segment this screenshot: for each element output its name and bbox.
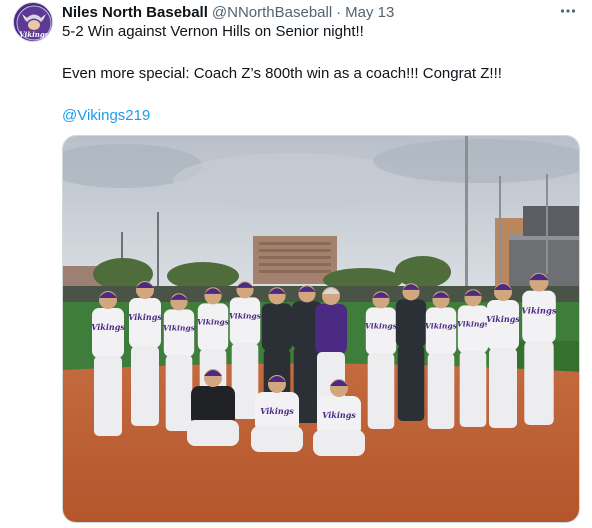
svg-text:Vikings: Vikings (260, 406, 294, 416)
tweet-photo[interactable]: Vikings Vikings Vikings Vikings Vikings Vikin… (62, 135, 580, 523)
tweet-date[interactable]: May 13 (345, 4, 394, 21)
svg-text:Vikings: Vikings (229, 311, 262, 320)
team-photo-image: VikingsVikingsVikingsVikingsVikingsVikin… (63, 136, 579, 522)
svg-text:Vikings: Vikings (19, 30, 48, 39)
tweet-header: Niles North Baseball @NNorthBaseball · M… (62, 2, 394, 22)
svg-text:Vikings: Vikings (128, 312, 162, 322)
svg-text:Vikings: Vikings (521, 306, 556, 316)
svg-text:Vikings: Vikings (486, 314, 520, 324)
svg-text:Vikings: Vikings (322, 410, 356, 420)
svg-text:Vikings: Vikings (457, 319, 490, 328)
vikings-logo-icon: Vikings (14, 3, 52, 41)
tweet-text: 5-2 Win against Vernon Hills on Senior n… (62, 22, 572, 126)
svg-text:Vikings: Vikings (365, 321, 398, 330)
author-handle[interactable]: @NNorthBaseball (212, 4, 332, 21)
tweet[interactable]: Vikings Niles North Baseball @NNorthBase… (0, 0, 592, 528)
more-horizontal-icon (560, 9, 576, 13)
more-options-button[interactable] (556, 0, 580, 22)
mention-link[interactable]: @Vikings219 (62, 107, 150, 124)
svg-text:Vikings: Vikings (163, 323, 196, 332)
tweet-text-line-1: 5-2 Win against Vernon Hills on Senior n… (62, 23, 364, 40)
svg-text:Vikings: Vikings (197, 317, 230, 326)
separator-dot: · (336, 3, 342, 21)
svg-text:Vikings: Vikings (425, 321, 458, 330)
profile-avatar[interactable]: Vikings (13, 2, 53, 42)
author-display-name[interactable]: Niles North Baseball (62, 4, 208, 21)
svg-text:Vikings: Vikings (91, 322, 125, 332)
tweet-text-line-2: Even more special: Coach Z’s 800th win a… (62, 65, 502, 82)
